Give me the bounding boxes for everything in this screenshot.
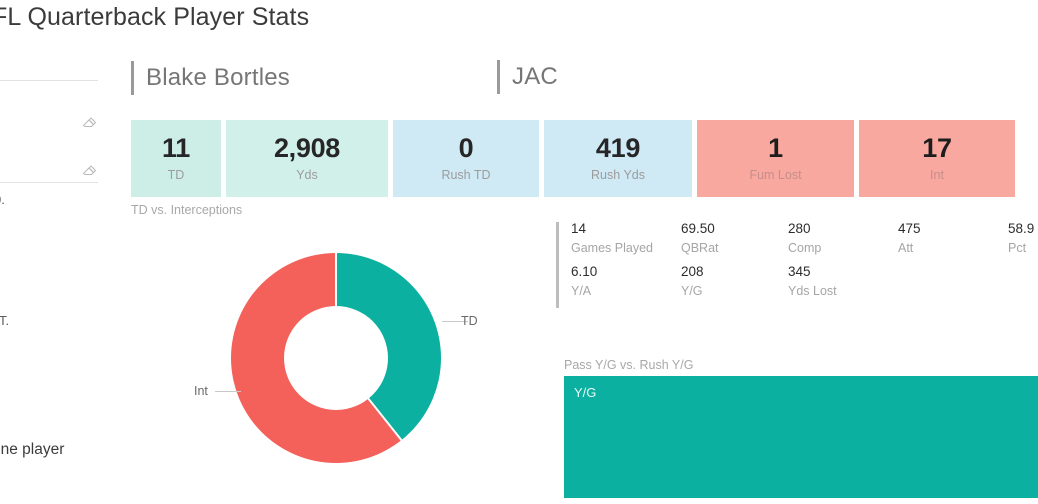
kpi-label: Rush Yds <box>591 168 645 183</box>
kpi-label: Fum Lost <box>749 168 802 183</box>
donut-chart-title: TD vs. Interceptions <box>131 203 243 217</box>
stat-pct: 58.9 Pct <box>1008 222 1038 265</box>
stat-value: 345 <box>788 264 811 279</box>
stat-label: QBRat <box>681 240 719 255</box>
slicer-value-cropped[interactable]: 0. <box>0 192 5 207</box>
kpi-label: Yds <box>296 168 318 183</box>
stat-label: Yds Lost <box>788 283 837 298</box>
team-card: JAC <box>497 60 558 94</box>
donut-chart-panel[interactable]: TD vs. Interceptions TD Int <box>131 203 541 503</box>
stat-ya: 6.10 Y/A <box>571 265 681 308</box>
kpi-card-int[interactable]: 17 Int <box>859 120 1015 197</box>
eraser-icon[interactable] <box>81 162 97 178</box>
stat-value: 6.10 <box>571 264 598 279</box>
donut-slice-label-td: TD <box>461 314 478 328</box>
stat-label: Y/A <box>571 283 592 298</box>
kpi-card-rush-yds[interactable]: 419 Rush Yds <box>544 120 692 197</box>
kpi-card-row: 11 TD 2,908 Yds 0 Rush TD 419 Rush Yds 1… <box>131 120 1015 197</box>
stat-games-played: 14 Games Played <box>571 222 681 265</box>
kpi-label: TD <box>167 168 185 183</box>
stat-comp: 280 Comp <box>788 222 898 265</box>
donut-chart[interactable] <box>231 253 441 463</box>
eraser-icon[interactable] <box>81 114 97 130</box>
page-title: FL Quarterback Player Stats <box>0 3 310 31</box>
kpi-card-td[interactable]: 11 TD <box>131 120 221 197</box>
kpi-card-fum-lost[interactable]: 1 Fum Lost <box>697 120 854 197</box>
stat-label: Att <box>898 240 914 255</box>
report-canvas: FL Quarterback Player Stats 0. , T. one … <box>0 0 1038 504</box>
donut-slice-label-int: Int <box>194 384 208 398</box>
kpi-label: Int <box>930 168 944 183</box>
slicer-caption-cropped: one player <box>0 441 65 458</box>
stat-value: 475 <box>898 221 921 236</box>
callout-leader-line <box>215 391 241 392</box>
stat-yg: 208 Y/G <box>681 265 788 308</box>
slicer-divider <box>0 80 98 81</box>
kpi-value: 0 <box>458 133 474 164</box>
secondary-stats-card: 14 Games Played 69.50 QBRat 280 Comp 475… <box>556 222 1038 308</box>
stat-label: Pct <box>1008 240 1027 255</box>
kpi-card-rush-td[interactable]: 0 Rush TD <box>393 120 539 197</box>
player-name: Blake Bortles <box>146 64 290 91</box>
stat-value: 58.9 <box>1008 221 1035 236</box>
kpi-value: 419 <box>595 133 641 164</box>
treemap-block-label: Y/G <box>574 385 597 400</box>
stat-att: 475 Att <box>898 222 1008 265</box>
stat-value: 280 <box>788 221 811 236</box>
slicer-value-cropped[interactable]: , T. <box>0 313 9 328</box>
stat-value: 14 <box>571 221 587 236</box>
kpi-label: Rush TD <box>441 168 491 183</box>
treemap-panel[interactable]: Pass Y/G vs. Rush Y/G Y/G <box>556 358 1038 504</box>
kpi-value: 11 <box>162 133 190 164</box>
slicer-divider <box>0 182 98 183</box>
accent-bar <box>131 61 134 95</box>
slicer-panel[interactable]: 0. , T. one player <box>0 52 122 504</box>
stat-value: 208 <box>681 264 704 279</box>
stat-yds-lost: 345 Yds Lost <box>788 265 898 308</box>
kpi-value: 2,908 <box>273 133 341 164</box>
treemap-block-yg[interactable]: Y/G <box>564 376 1038 498</box>
treemap-title: Pass Y/G vs. Rush Y/G <box>564 358 694 372</box>
kpi-value: 1 <box>768 133 783 164</box>
stat-qbrat: 69.50 QBRat <box>681 222 788 265</box>
accent-bar <box>497 60 500 94</box>
stat-label: Comp <box>788 240 822 255</box>
player-name-card: Blake Bortles <box>131 61 290 95</box>
team-abbreviation: JAC <box>512 63 558 90</box>
stat-label: Games Played <box>571 240 653 255</box>
stat-value: 69.50 <box>681 221 715 236</box>
kpi-value: 17 <box>922 133 952 164</box>
kpi-card-yds[interactable]: 2,908 Yds <box>226 120 388 197</box>
stat-label: Y/G <box>681 283 703 298</box>
donut-center-hole <box>284 306 388 410</box>
